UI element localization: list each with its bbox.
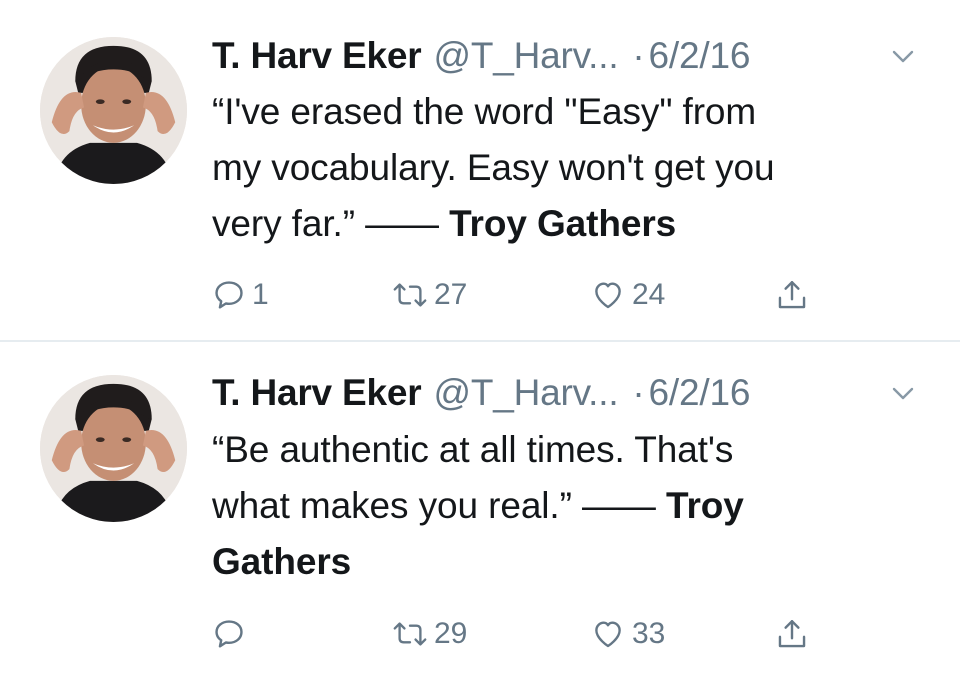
author-handle[interactable]: @T_Harv... <box>433 372 618 414</box>
share-button[interactable] <box>775 275 809 315</box>
author-name[interactable]: T. Harv Eker <box>212 35 422 77</box>
tweet-quote: “Be authentic at all times. That's what … <box>212 429 734 526</box>
like-count: 24 <box>632 278 666 311</box>
chevron-down-icon[interactable] <box>892 387 914 401</box>
like-button[interactable]: 24 <box>590 275 665 315</box>
retweet-icon <box>393 622 427 646</box>
reply-count: 1 <box>252 278 269 311</box>
chevron-down-icon[interactable] <box>892 50 914 64</box>
separator-dot: · <box>632 35 645 76</box>
profile-photo <box>40 375 187 522</box>
author-handle[interactable]: @T_Harv... <box>433 35 618 77</box>
tweet-date[interactable]: 6/2/16 <box>649 372 751 414</box>
quote-attribution: Troy Gathers <box>449 203 677 244</box>
tweet-actions: 1 27 24 <box>212 275 832 315</box>
reply-button[interactable] <box>212 614 252 654</box>
tweet-text: “I've erased the word "Easy" from my voc… <box>212 84 932 252</box>
reply-icon <box>215 620 243 648</box>
tweet-header: T. Harv Eker @T_Harv... · 6/2/16 <box>212 369 750 417</box>
tweet-date[interactable]: 6/2/16 <box>649 35 751 77</box>
like-button[interactable]: 33 <box>590 614 665 654</box>
heart-icon <box>595 621 621 648</box>
share-icon <box>778 620 806 648</box>
retweet-count: 27 <box>434 278 468 311</box>
share-button[interactable] <box>775 614 809 654</box>
share-icon <box>778 281 806 309</box>
author-name[interactable]: T. Harv Eker <box>212 372 422 414</box>
like-count: 33 <box>632 617 666 650</box>
avatar[interactable] <box>40 37 187 184</box>
tweet-actions: 29 33 <box>212 614 832 654</box>
separator-dot: · <box>632 372 645 413</box>
tweet-feed: T. Harv Eker @T_Harv... · 6/2/16 “I've e… <box>0 0 960 685</box>
avatar[interactable] <box>40 375 187 522</box>
reply-button[interactable]: 1 <box>212 275 269 315</box>
tweet[interactable]: T. Harv Eker @T_Harv... · 6/2/16 “I've e… <box>0 0 960 342</box>
retweet-icon <box>393 283 427 307</box>
tweet-header: T. Harv Eker @T_Harv... · 6/2/16 <box>212 32 750 80</box>
retweet-button[interactable]: 29 <box>392 614 467 654</box>
retweet-button[interactable]: 27 <box>392 275 467 315</box>
profile-photo <box>40 37 187 184</box>
reply-icon <box>215 281 243 309</box>
tweet-text: “Be authentic at all times. That's what … <box>212 422 932 590</box>
heart-icon <box>595 282 621 309</box>
retweet-count: 29 <box>434 617 468 650</box>
tweet[interactable]: T. Harv Eker @T_Harv... · 6/2/16 “Be aut… <box>0 342 960 685</box>
